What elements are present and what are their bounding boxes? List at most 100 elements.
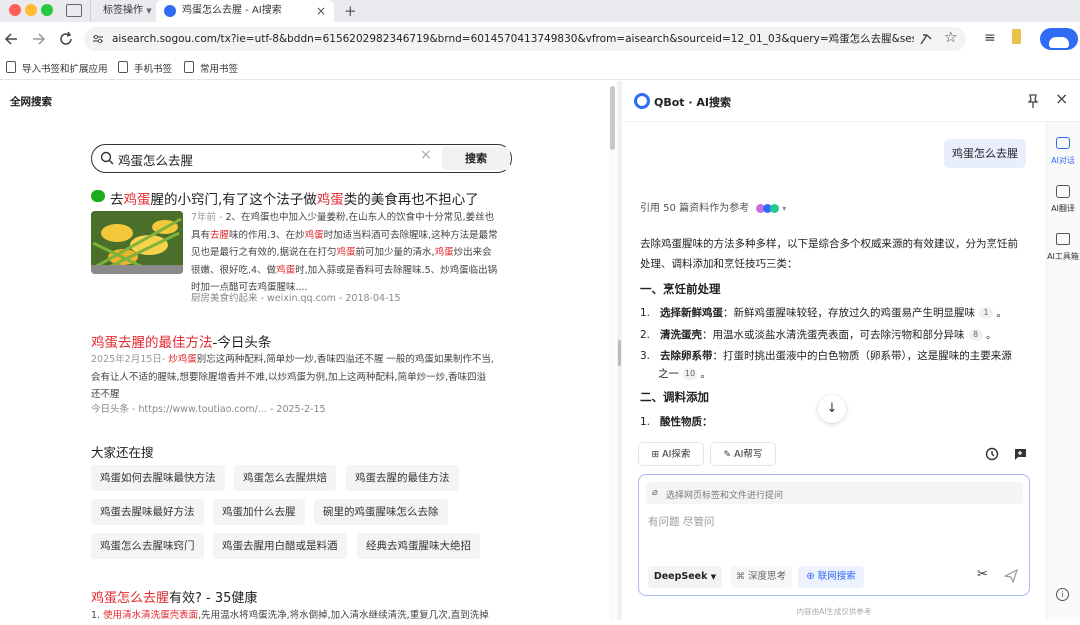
result-1-thumbnail[interactable] xyxy=(91,211,183,274)
reference-count[interactable]: 引用 50 篇资料作为参考 ▾ xyxy=(640,199,786,214)
also-search-title: 大家还在搜 xyxy=(91,445,154,460)
bookmark-star-icon[interactable]: ☆ xyxy=(944,28,957,46)
back-icon[interactable] xyxy=(4,32,20,46)
model-select[interactable]: DeepSeek ▼ xyxy=(648,566,722,588)
tab-active[interactable]: 鸡蛋怎么去腥 - AI搜索 × xyxy=(156,0,334,22)
common-bookmarks-icon xyxy=(184,61,194,73)
web-search-pane: 全网搜索 鸡蛋怎么去腥 × 搜索 去鸡蛋腥的小窍门,有了这个法子做鸡蛋类的美食再… xyxy=(0,81,612,621)
citation-badge[interactable]: 10 xyxy=(683,368,697,380)
close-window-button[interactable] xyxy=(9,4,21,16)
sidebar-toggle-icon[interactable] xyxy=(66,4,82,17)
attach-hint: 选择网页标签和文件进行提问 xyxy=(666,491,784,501)
close-tab-icon[interactable]: × xyxy=(316,0,326,22)
search-button[interactable]: 搜索 xyxy=(442,147,510,170)
result-1-source[interactable]: 厨房美食约起来 - weixin.qq.com - 2018-04-15 xyxy=(191,290,401,304)
also-search-chip[interactable]: 经典去鸡蛋腥味大绝招 xyxy=(357,533,480,559)
tab-group[interactable]: 标签操作 ▼ xyxy=(90,0,156,22)
reload-icon[interactable] xyxy=(58,31,74,47)
chevron-down-icon: ▾ xyxy=(782,204,787,213)
attach-icon: ⌀ xyxy=(652,487,658,498)
also-search-chip[interactable]: 鸡蛋去腥味最好方法 xyxy=(91,499,204,525)
rail-ai-chat[interactable]: AI对话 xyxy=(1046,155,1080,166)
site-settings-icon[interactable] xyxy=(92,33,104,45)
wechat-icon xyxy=(91,190,105,202)
answer-heading: 一、烹饪前处理 xyxy=(640,282,721,296)
bookmark-common[interactable]: 常用书签 xyxy=(200,61,238,75)
toolbox-icon xyxy=(1056,233,1070,245)
also-search-chip[interactable]: 鸡蛋加什么去腥 xyxy=(213,499,305,525)
tab-active-label: 鸡蛋怎么去腥 - AI搜索 xyxy=(182,5,282,16)
pin-icon[interactable] xyxy=(1026,93,1040,109)
web-search-toggle[interactable]: ⊕ 联网搜索 xyxy=(798,566,864,588)
mobile-bookmarks-icon xyxy=(118,61,128,73)
ai-explore-icon: ⊞ xyxy=(651,450,660,460)
answer-intro: 处理、调料添加和烹饪技巧三类： xyxy=(640,258,798,270)
rail-ai-toolbox[interactable]: AI工具箱 xyxy=(1046,251,1080,262)
also-search-chip[interactable]: 鸡蛋怎么去腥烘焙 xyxy=(234,465,336,491)
result-2-snippet: 2025年2月15日- 炒鸡蛋别忘这两种配料,简单炒一炒,香味四溢还不腥 一般的… xyxy=(91,354,494,400)
menu-icon[interactable]: ≡ xyxy=(984,30,996,46)
result-2-title[interactable]: 鸡蛋去腥的最佳方法-今日头条 xyxy=(91,331,271,351)
scrollbar-thumb[interactable] xyxy=(610,86,615,150)
clear-search-icon[interactable]: × xyxy=(420,147,432,163)
source-logo-icon xyxy=(770,204,780,213)
send-icon[interactable] xyxy=(1004,569,1018,583)
minimize-window-button[interactable] xyxy=(25,4,37,16)
forward-icon[interactable] xyxy=(30,32,46,46)
citation-badge[interactable]: 1 xyxy=(979,307,994,319)
share-icon[interactable] xyxy=(918,31,934,47)
scrollbar-track[interactable] xyxy=(609,86,615,620)
result-2-source[interactable]: 今日头条 - https://www.toutiao.com/... - 202… xyxy=(91,401,326,415)
chat-input[interactable]: 有问题 尽管问 xyxy=(648,514,714,529)
also-search-chip[interactable]: 碗里的鸡蛋腥味怎么去除 xyxy=(314,499,448,525)
resize-handle[interactable] xyxy=(618,340,621,366)
tab-bar: 标签操作 ▼ 鸡蛋怎么去腥 - AI搜索 × + xyxy=(0,0,1080,22)
info-icon[interactable]: i xyxy=(1056,588,1069,601)
qbot-extension-icon[interactable] xyxy=(1040,28,1078,50)
ai-write-icon: ✎ xyxy=(723,450,732,460)
deep-think-toggle[interactable]: ⌘ 深度思考 xyxy=(730,566,792,588)
also-search-chip[interactable]: 鸡蛋怎么去腥味窍门 xyxy=(91,533,204,559)
maximize-window-button[interactable] xyxy=(41,4,53,16)
pane-header: 全网搜索 xyxy=(10,96,52,108)
deep-think-icon: ⌘ xyxy=(735,572,745,582)
answer-intro: 去除鸡蛋腥味的方法多种多样，以下是综合多个权威来源的有效建议，分为烹饪前 xyxy=(640,238,1018,250)
chevron-down-icon: ▼ xyxy=(710,573,717,581)
translate-icon xyxy=(1056,185,1070,198)
ai-chat-icon xyxy=(1056,137,1070,149)
also-search-chip[interactable]: 鸡蛋去腥的最佳方法 xyxy=(346,465,459,491)
answer-heading: 二、调料添加 xyxy=(640,390,709,404)
new-chat-icon[interactable] xyxy=(1013,447,1027,461)
new-tab-button[interactable]: + xyxy=(344,0,357,22)
globe-icon: ⊕ xyxy=(806,571,815,582)
user-query-bubble: 鸡蛋怎么去腥 xyxy=(944,139,1026,168)
bookmark-mobile[interactable]: 手机书签 xyxy=(134,61,172,75)
extension-icon[interactable] xyxy=(1012,29,1021,44)
result-3-snippet: 1. 使用清水清洗蛋壳表面,先用温水将鸡蛋洗净,将水倒掉,加入清水继续清洗,重复… xyxy=(91,610,489,621)
answer-item: 1. 选择新鲜鸡蛋：新鲜鸡蛋腥味较轻，存放过久的鸡蛋易产生明显腥味 1 。 xyxy=(640,307,1007,319)
history-icon[interactable] xyxy=(985,447,999,461)
ai-write-button[interactable]: ✎ AI帮写 xyxy=(710,442,776,466)
also-search-chip[interactable]: 鸡蛋如何去腥味最快方法 xyxy=(91,465,225,491)
scroll-down-button[interactable]: ↓ xyxy=(818,395,846,423)
answer-item: 3. 去除卵系带：打蛋时挑出蛋液中的白色物质（卵系带），这是腥味的主要来源 xyxy=(640,350,1012,362)
search-icon xyxy=(100,151,114,165)
citation-badge[interactable]: 8 xyxy=(968,329,983,341)
ai-explore-button[interactable]: ⊞ AI探索 xyxy=(638,442,704,466)
result-3-title[interactable]: 鸡蛋怎么去腥有效? - 35健康 xyxy=(91,587,257,606)
search-input[interactable]: 鸡蛋怎么去腥 xyxy=(118,150,193,169)
import-bookmarks-icon xyxy=(6,61,16,73)
close-panel-icon[interactable]: × xyxy=(1055,89,1068,108)
also-search-chip[interactable]: 鸡蛋去腥用白醋或是料酒 xyxy=(213,533,347,559)
sogou-favicon-icon xyxy=(164,5,176,17)
url-text[interactable]: aisearch.sogou.com/tx?ie=utf-8&bddn=6156… xyxy=(112,32,914,46)
rail-ai-translate[interactable]: AI翻译 xyxy=(1046,203,1080,214)
result-1-title[interactable]: 去鸡蛋腥的小窍门,有了这个法子做鸡蛋类的美食再也不担心了 xyxy=(110,188,479,208)
chevron-down-icon: ▼ xyxy=(146,7,152,15)
tab-group-label: 标签操作 xyxy=(103,5,143,16)
qbot-logo-icon xyxy=(634,93,650,109)
answer-item-continued: 之一 10 。 xyxy=(658,368,711,380)
scissors-icon[interactable]: ✂ xyxy=(977,567,988,582)
bookmark-import[interactable]: 导入书签和扩展应用 xyxy=(22,61,108,75)
result-1-snippet: 7年前 - 2、在鸡蛋也中加入少量姜粉,在山东人的饮食中十分常见,姜丝也 具有去… xyxy=(191,212,498,293)
